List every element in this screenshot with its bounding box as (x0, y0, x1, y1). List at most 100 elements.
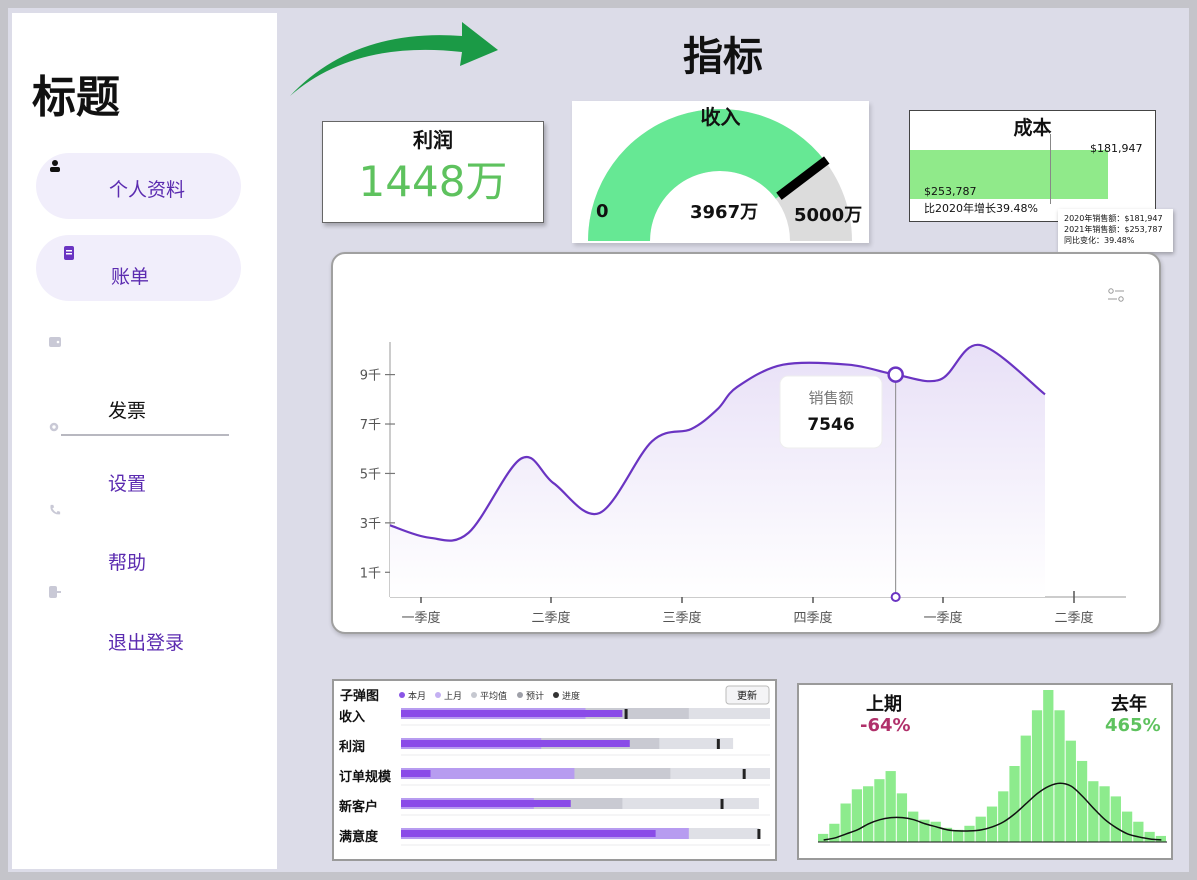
legend-marker (553, 692, 559, 698)
sidebar-item-help-label[interactable]: 帮助 (108, 548, 146, 575)
sales-line-chart-card: 1千 3千 5千 7千 9千一季度 二季度 三季度 四季度 一季度 二季度 销售额 7546 (331, 252, 1161, 634)
gear-icon (49, 422, 59, 432)
x-tick-label: 二季度 (531, 610, 570, 626)
cost-label: 成本 (1013, 117, 1052, 139)
slider-knob (1108, 288, 1114, 294)
sidebar-item-logout-label[interactable]: 退出登录 (108, 628, 184, 655)
tooltip-line: 2020年销售额：$181,947 (1064, 214, 1163, 223)
histogram-bar (1121, 811, 1133, 842)
bullet-current-bar (401, 800, 571, 807)
sales-area (390, 344, 1045, 597)
histogram-bar (874, 779, 885, 842)
logout-icon (49, 586, 61, 598)
sidebar: 标题 个人资料 账单 发票 设置 帮助 退出登录 (12, 13, 277, 869)
y-tick-label: 7千 (360, 418, 381, 433)
histogram-bar (964, 825, 975, 842)
chart-tooltip (779, 375, 883, 449)
bullet-progress-marker (624, 709, 628, 719)
highlight-point (887, 366, 904, 383)
x-tick-label: 一季度 (923, 610, 962, 626)
sidebar-divider (61, 434, 229, 436)
bullet-category-label: 满意度 (339, 829, 379, 845)
bullet-current-bar (401, 770, 431, 777)
sidebar-item-invoice-label[interactable]: 发票 (108, 396, 146, 423)
legend-marker (471, 692, 477, 698)
y-tick-label: 3千 (360, 517, 381, 532)
y-tick-label: 1千 (360, 566, 381, 581)
sliders-icon[interactable] (1108, 288, 1124, 302)
histogram-bar (1020, 735, 1031, 842)
legend-label: 上月 (444, 691, 462, 702)
bullet-chart: 子弹图 本月 上月 平均值 预计 进度 更新收入利润订单规模新客户满意度 (339, 685, 770, 846)
tooltip-label: 销售额 (808, 389, 853, 407)
bullet-category-label: 收入 (339, 709, 365, 725)
cost-growth-text: 比2020年增长39.48% (924, 202, 1038, 215)
bullet-progress-marker (757, 829, 761, 839)
sidebar-item-billing-label: 账单 (111, 266, 150, 288)
tooltip-value: 7546 (807, 415, 854, 435)
bullet-category-label: 利润 (339, 739, 365, 755)
histogram-bar (1009, 766, 1020, 842)
cost-2020-value: $181,947 (1090, 142, 1143, 155)
histogram-bar (1144, 831, 1155, 842)
cost-target-line (1050, 134, 1051, 204)
x-tick-label: 二季度 (1054, 610, 1093, 626)
histogram-bar (908, 811, 919, 842)
sales-line-chart: 1千 3千 5千 7千 9千一季度 二季度 三季度 四季度 一季度 二季度 销售额 7546 (360, 288, 1126, 626)
phone-icon (50, 504, 61, 515)
histogram-bar (1110, 796, 1121, 842)
histogram-bar (818, 833, 829, 842)
histogram-bar (1065, 740, 1076, 842)
last-year-label: 去年 (1111, 694, 1147, 715)
bullet-category-label: 新客户 (339, 799, 378, 815)
gauge-min-label: 0 (596, 201, 609, 222)
legend-label: 平均值 (480, 690, 507, 702)
cost-card: 成本 $181,947 $253,787 比2020年增长39.48% (909, 110, 1156, 222)
histogram-bar (851, 789, 863, 842)
last-year-value: 465% (1105, 715, 1161, 736)
slider-knob (1118, 296, 1124, 302)
histogram-bar (1133, 821, 1144, 842)
revenue-card: 收入 0 3967万 5000万 (572, 101, 869, 243)
gauge-max-label: 5000万 (794, 205, 863, 226)
bullet-progress-marker (720, 799, 724, 809)
legend-label: 本月 (408, 690, 426, 702)
update-button-label: 更新 (737, 689, 757, 702)
histogram-bar (885, 771, 896, 842)
y-tick-label: 9千 (360, 369, 381, 384)
previous-period-value: -64% (860, 715, 911, 736)
previous-period-label: 上期 (866, 694, 902, 715)
y-tick-label: 5千 (360, 467, 381, 482)
histogram-bar (1076, 760, 1088, 842)
sidebar-title: 标题 (32, 72, 120, 123)
legend-marker (517, 692, 523, 698)
profit-value: 1448万 (358, 157, 508, 206)
sidebar-item-settings-label[interactable]: 设置 (108, 469, 146, 496)
bullet-chart-title: 子弹图 (340, 688, 379, 704)
legend-marker (399, 692, 405, 698)
histogram-bar (1054, 710, 1065, 842)
x-tick-label: 四季度 (793, 610, 832, 626)
profit-card: 利润 1448万 (322, 121, 544, 223)
crosshair-axis-dot (890, 592, 901, 602)
bullet-chart-card: 子弹图 本月 上月 平均值 预计 进度 更新 收入 利润 订单规模 新客户 满意度 (332, 679, 777, 861)
histogram-card: 上期 -64% 去年 465% (797, 683, 1173, 860)
tooltip-line: 同比变化：39.48% (1064, 236, 1135, 245)
legend-marker (435, 692, 441, 698)
gauge-value-label: 3967万 (690, 202, 759, 223)
bullet-current-bar (401, 830, 656, 837)
sidebar-item-profile-label: 个人资料 (109, 179, 186, 201)
tooltip-line: 2021年销售额：$253,787 (1064, 225, 1163, 234)
bill-icon (64, 246, 74, 260)
histogram-bar (998, 791, 1009, 842)
page-title: 指标 (683, 34, 763, 80)
revenue-label: 收入 (700, 105, 741, 129)
bullet-progress-marker (742, 769, 746, 779)
wallet-icon (49, 337, 61, 347)
histogram-bar (1099, 786, 1110, 842)
arrow-icon (290, 22, 498, 96)
x-tick-label: 三季度 (662, 610, 701, 626)
x-tick-label: 一季度 (401, 610, 440, 626)
legend-label: 预计 (526, 690, 544, 702)
bullet-progress-marker (716, 739, 720, 749)
